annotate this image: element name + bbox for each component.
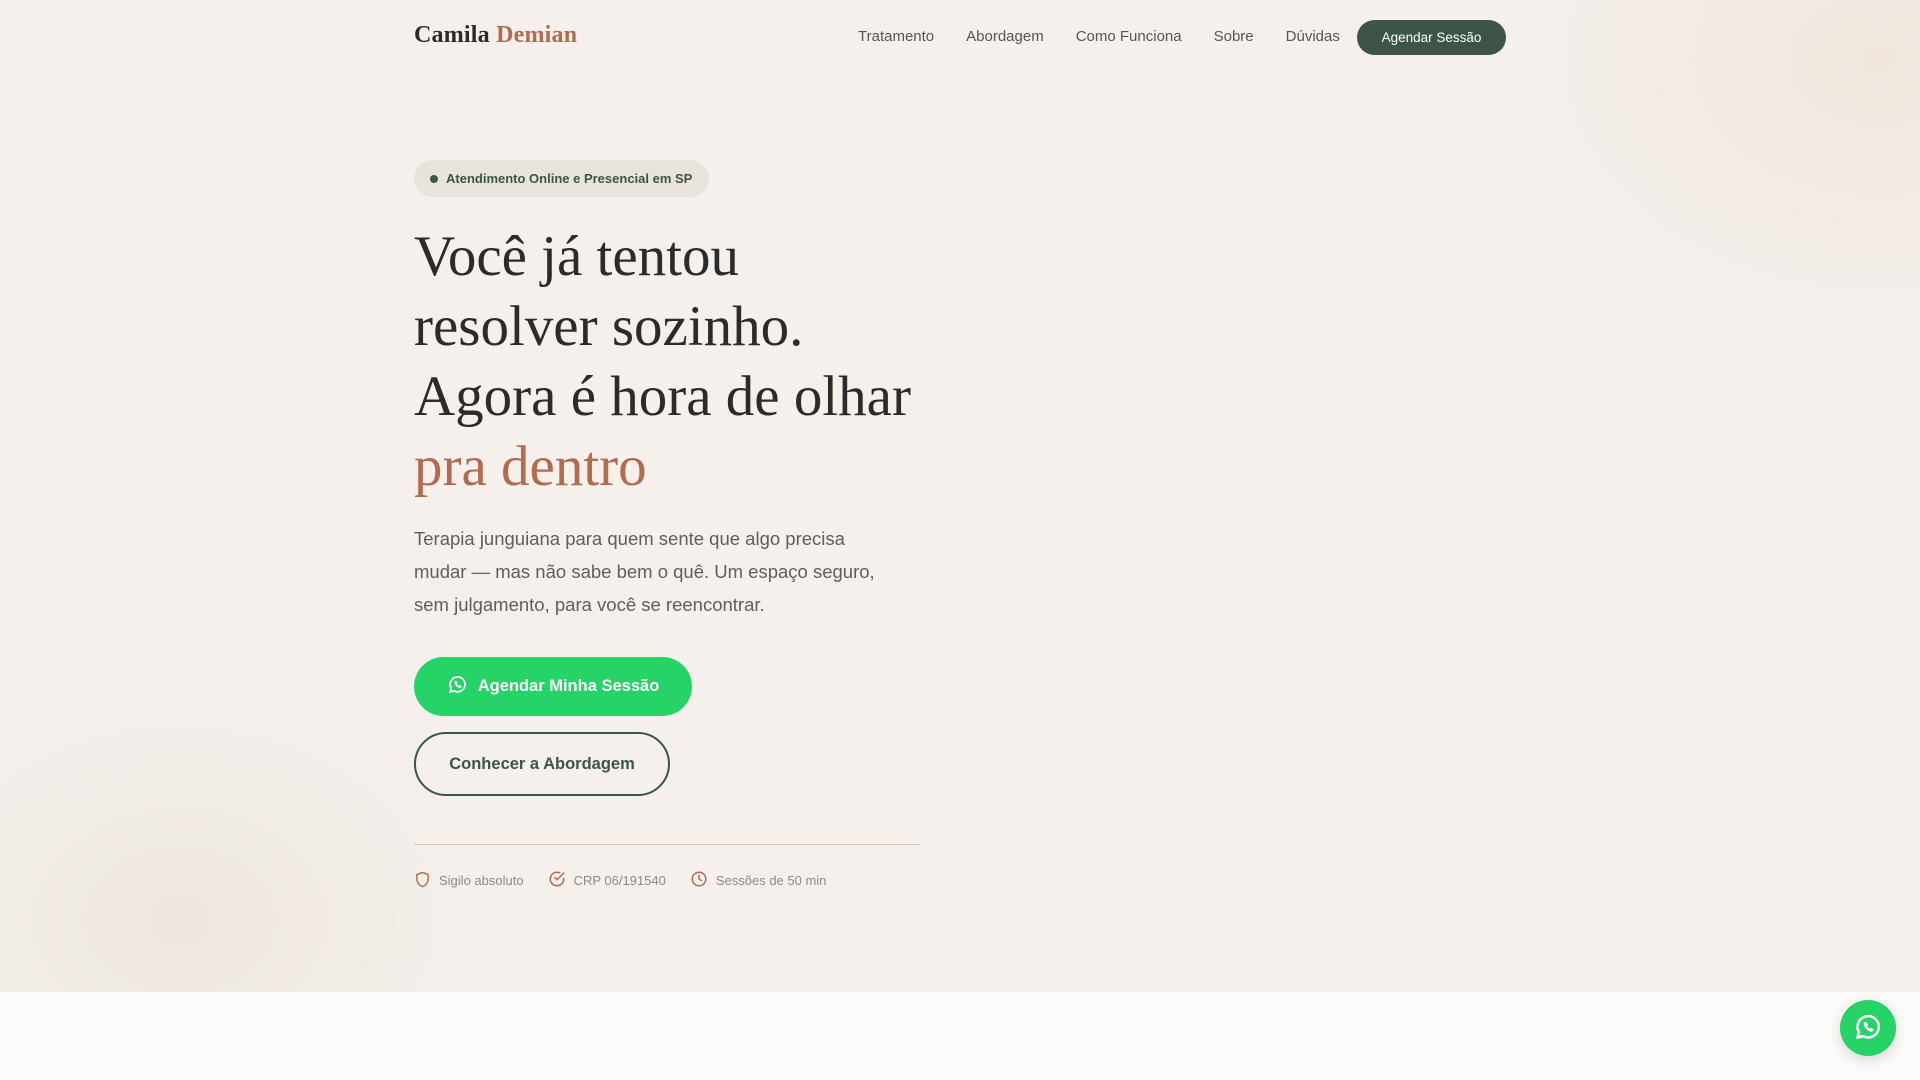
brand-first-name: Camila <box>414 22 490 48</box>
nav-item-abordagem[interactable]: Abordagem <box>966 28 1044 45</box>
shield-icon <box>414 871 431 891</box>
nav-item-duvidas[interactable]: Dúvidas <box>1286 28 1340 45</box>
nav-item-tratamento[interactable]: Tratamento <box>858 28 934 45</box>
trust-label-duration: Sessões de 50 min <box>715 873 827 888</box>
main-nav: Tratamento Abordagem Como Funciona Sobre… <box>858 28 1372 45</box>
headline-line-2: resolver sozinho. <box>414 295 804 358</box>
headline-line-3: Agora é hora de olhar <box>414 365 911 428</box>
nav-item-como-funciona[interactable]: Como Funciona <box>1076 28 1182 45</box>
next-section <box>0 992 1920 1080</box>
nav-item-sobre[interactable]: Sobre <box>1214 28 1254 45</box>
brand-logo[interactable]: Camila Demian <box>414 22 577 49</box>
hero-headline: Você já tentou resolver sozinho. Agora é… <box>414 222 974 502</box>
whatsapp-icon <box>1853 1012 1883 1045</box>
badge-dot <box>430 174 438 183</box>
trust-label-confidentiality: Sigilo absoluto <box>439 873 524 888</box>
trust-item-crp: CRP 06/191540 <box>548 870 666 891</box>
learn-approach-button[interactable]: Conhecer a Abordagem <box>414 732 670 796</box>
hero-subtitle: Terapia junguiana para quem sente que al… <box>414 528 875 615</box>
badge-label: Atendimento Online e Presencial em SP <box>446 171 693 186</box>
trust-item-duration: Sessões de 50 min <box>690 870 827 891</box>
schedule-session-label: Agendar Minha Sessão <box>477 677 660 695</box>
whatsapp-icon <box>447 674 468 700</box>
trust-row: Sigilo absoluto CRP 06/191540 Sessões de… <box>414 870 850 891</box>
whatsapp-float-button[interactable] <box>1840 1000 1896 1056</box>
schedule-session-button[interactable]: Agendar Minha Sessão <box>414 657 692 716</box>
brand-last-name: Demian <box>496 22 578 48</box>
clock-icon <box>690 870 708 891</box>
trust-label-crp: CRP 06/191540 <box>573 873 666 888</box>
headline-accent: pra dentro <box>414 435 647 498</box>
trust-item-confidentiality: Sigilo absoluto <box>414 871 524 891</box>
headline-line-1: Você já tentou <box>414 225 740 288</box>
divider <box>414 844 920 845</box>
service-badge: Atendimento Online e Presencial em SP <box>414 160 710 197</box>
nav-schedule-button[interactable]: Agendar Sessão <box>1357 20 1506 55</box>
check-circle-icon <box>548 870 566 891</box>
